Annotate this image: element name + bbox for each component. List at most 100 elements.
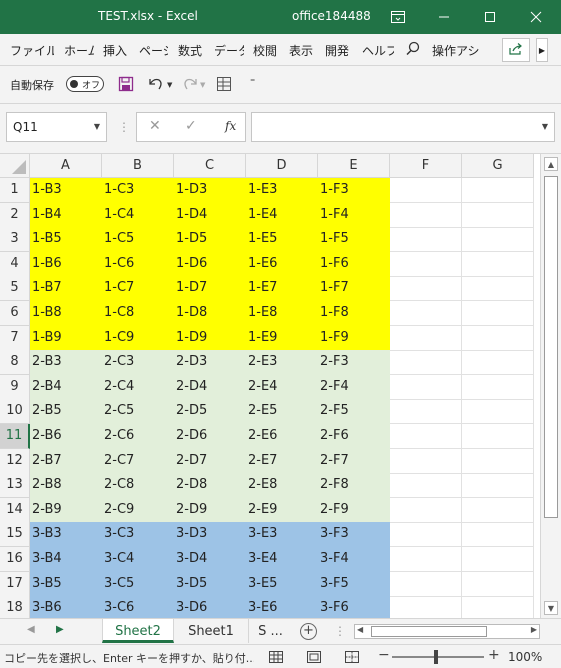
cell[interactable]: 1-D4 [174,202,246,228]
cell[interactable] [390,596,462,618]
cell[interactable]: 1-E8 [246,301,318,326]
cancel-icon[interactable]: ✕ [149,118,161,134]
cell[interactable]: 2-F7 [318,448,390,474]
cell[interactable] [390,522,462,548]
ribbon-scroll-right[interactable]: ▶ [536,38,548,62]
cell[interactable]: 2-D5 [174,399,246,425]
column-header-e[interactable]: E [318,154,390,178]
undo-dropdown-icon[interactable]: ▼ [167,81,172,89]
cell[interactable]: 3-F4 [318,547,390,572]
cell[interactable]: 1-D7 [174,276,246,302]
cell[interactable]: 1-B3 [30,178,102,203]
name-box[interactable]: Q11 ▼ [6,112,107,142]
cell[interactable]: 2-E3 [246,350,318,376]
cell[interactable]: 1-B4 [30,202,102,228]
row-header[interactable]: 9 [0,374,30,400]
formula-input[interactable]: ▼ [251,112,555,142]
cell[interactable]: 1-E6 [246,251,318,277]
cell[interactable] [462,251,534,277]
cell[interactable]: 2-C5 [102,399,174,425]
sheet-tab-more[interactable]: S ... [248,619,292,643]
cell[interactable]: 1-F5 [318,227,390,253]
cell[interactable]: 1-B8 [30,301,102,326]
cell[interactable]: 1-C6 [102,251,174,277]
expand-formula-icon[interactable]: ▼ [542,122,548,131]
row-header[interactable]: 2 [0,202,30,228]
cell[interactable]: 3-E6 [246,596,318,618]
cell[interactable]: 1-E4 [246,202,318,228]
cell[interactable]: 3-B3 [30,522,102,548]
cell[interactable] [390,227,462,253]
cell[interactable]: 2-E6 [246,424,318,449]
tab-splitter[interactable]: ⋮ [334,624,346,638]
cell[interactable] [390,178,462,203]
cell[interactable]: 1-E3 [246,178,318,203]
cell[interactable]: 3-D6 [174,596,246,618]
column-header-b[interactable]: B [102,154,174,178]
column-header-g[interactable]: G [462,154,534,178]
save-icon[interactable] [116,74,136,94]
cell[interactable]: 2-E7 [246,448,318,474]
cell[interactable]: 2-D3 [174,350,246,376]
cell[interactable]: 3-E5 [246,571,318,597]
row-header[interactable]: 16 [0,547,30,572]
cell[interactable]: 3-B5 [30,571,102,597]
cell[interactable]: 1-C7 [102,276,174,302]
cell[interactable]: 2-D8 [174,473,246,499]
cell[interactable]: 3-F5 [318,571,390,597]
cell[interactable]: 3-C4 [102,547,174,572]
cell[interactable]: 2-D6 [174,424,246,449]
tab-developer[interactable]: 開発 [325,42,351,59]
cell[interactable]: 2-B8 [30,473,102,499]
cell[interactable] [462,522,534,548]
cell[interactable]: 1-F9 [318,325,390,351]
cell[interactable] [462,399,534,425]
cell[interactable]: 1-C8 [102,301,174,326]
row-header[interactable]: 14 [0,497,30,523]
maximize-icon[interactable] [470,0,510,34]
cell[interactable]: 3-D4 [174,547,246,572]
sheet-next-icon[interactable]: ▶ [56,624,64,635]
cell[interactable] [390,497,462,523]
tab-review[interactable]: 校閲 [253,42,279,59]
redo-dropdown-icon[interactable]: ▼ [200,81,205,89]
cell[interactable]: 2-D9 [174,497,246,523]
cell[interactable]: 1-C3 [102,178,174,203]
row-header[interactable]: 11 [0,424,30,449]
cell[interactable]: 2-F8 [318,473,390,499]
cell[interactable] [462,276,534,302]
tab-file[interactable]: ファイル [10,42,54,59]
close-icon[interactable] [516,0,556,34]
cell[interactable]: 3-B4 [30,547,102,572]
redo-icon[interactable] [180,74,200,94]
row-header[interactable]: 8 [0,350,30,376]
search-icon[interactable] [406,41,420,58]
undo-icon[interactable] [146,74,166,94]
cell[interactable]: 1-C5 [102,227,174,253]
scroll-down-icon[interactable]: ▼ [544,601,558,615]
row-header[interactable]: 3 [0,227,30,253]
cell[interactable]: 1-D8 [174,301,246,326]
cell[interactable]: 2-C8 [102,473,174,499]
sheet-tab-sheet2[interactable]: Sheet2 [102,619,174,643]
cell[interactable]: 3-D3 [174,522,246,548]
cell[interactable]: 2-D7 [174,448,246,474]
cell[interactable]: 3-C5 [102,571,174,597]
column-header-f[interactable]: F [390,154,462,178]
add-sheet-button[interactable]: + [300,623,317,640]
row-header[interactable]: 10 [0,399,30,425]
cell[interactable]: 1-F6 [318,251,390,277]
zoom-out-icon[interactable]: − [378,647,390,663]
cell[interactable]: 2-F4 [318,374,390,400]
zoom-slider[interactable] [392,656,484,658]
cell[interactable]: 1-D3 [174,178,246,203]
form-icon[interactable] [214,74,234,94]
cell[interactable]: 3-E3 [246,522,318,548]
cell[interactable] [462,448,534,474]
cell[interactable]: 3-C6 [102,596,174,618]
cell[interactable] [390,301,462,326]
cell[interactable]: 1-E9 [246,325,318,351]
cell[interactable]: 2-C3 [102,350,174,376]
scroll-up-icon[interactable]: ▲ [544,157,558,171]
cell[interactable] [390,251,462,277]
